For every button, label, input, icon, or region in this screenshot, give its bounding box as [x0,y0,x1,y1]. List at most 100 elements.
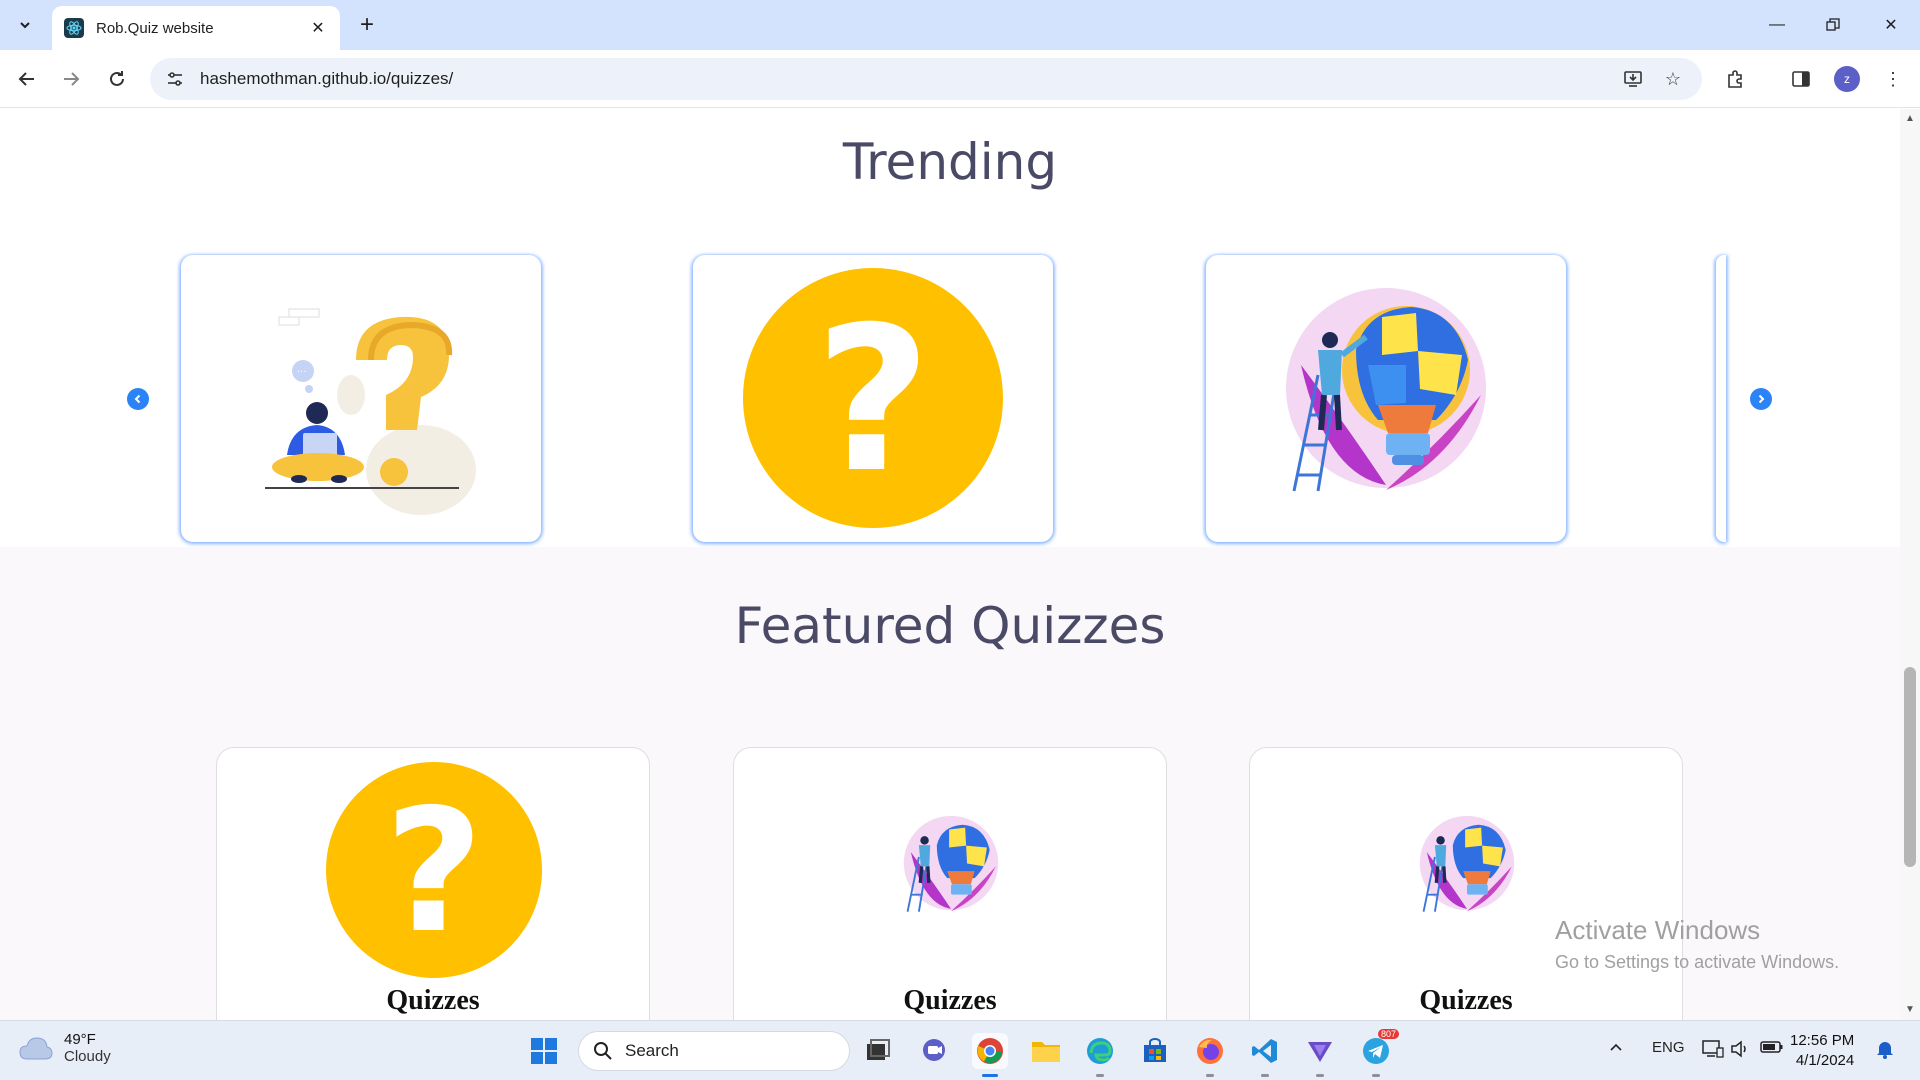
trending-card[interactable]: ··· [181,255,541,542]
scroll-down-arrow-icon[interactable]: ▼ [1904,1004,1916,1016]
volume-icon[interactable] [1730,1039,1750,1063]
windows-taskbar: 49°F Cloudy Search 807 ENG 12:56 PM 4/1/… [0,1020,1920,1080]
watermark-title: Activate Windows [1555,915,1761,945]
chat-bubble-icon [923,1039,945,1061]
tab-bar: Rob.Quiz website ✕ + — ✕ [0,0,1920,50]
telegram-unread-badge: 807 [1378,1029,1400,1039]
app-running-indicator [982,1074,998,1077]
show-hidden-icons-chevron-icon[interactable] [1608,1039,1624,1059]
new-tab-button[interactable]: + [352,10,382,40]
lightbulb-puzzle-icon [1286,288,1486,492]
telegram-app[interactable]: 807 [1358,1029,1400,1077]
chevron-left-icon [134,394,141,404]
clock-date: 4/1/2024 [1795,1052,1855,1069]
browser-tab-active[interactable]: Rob.Quiz website ✕ [52,6,340,50]
windows-logo-icon [531,1038,557,1064]
app-running-indicator [1261,1074,1269,1077]
profile-avatar[interactable]: z [1834,66,1860,92]
vpn-app[interactable] [1302,1033,1338,1077]
task-view-button[interactable] [860,1033,896,1069]
side-panel-icon[interactable] [1784,62,1818,96]
task-view-icon [867,1039,890,1060]
close-window-button[interactable]: ✕ [1868,10,1914,40]
tab-search-button[interactable] [10,10,40,40]
start-button[interactable] [526,1033,562,1069]
telegram-icon [1363,1038,1389,1064]
chrome-icon [977,1038,1003,1064]
featured-heading: Featured Quizzes [734,597,1166,655]
close-tab-icon[interactable]: ✕ [308,18,328,38]
more-menu-icon[interactable]: ⋮ [1876,62,1910,96]
trending-card-partial[interactable] [1716,255,1726,542]
activate-windows-watermark: Activate Windows Go to Settings to activ… [1555,915,1839,973]
notification-bell-icon[interactable] [1876,1039,1894,1063]
file-explorer-app[interactable] [1028,1033,1064,1069]
store-app[interactable] [1137,1033,1173,1069]
chevron-down-icon [20,22,30,29]
featured-quiz-card[interactable]: Quizzes [733,747,1167,1020]
weather-widget[interactable]: 49°F Cloudy [18,1031,111,1065]
watermark-subtitle: Go to Settings to activate Windows. [1555,952,1840,972]
featured-quiz-card[interactable]: ? Quizzes [216,747,650,1020]
install-app-icon[interactable] [1618,64,1648,94]
scrollbar-thumb[interactable] [1904,667,1916,867]
app-running-indicator [1372,1074,1380,1077]
triangle-v-icon [1308,1042,1332,1062]
network-icon[interactable] [1702,1039,1724,1063]
forward-button[interactable] [54,62,88,96]
bookmark-star-icon[interactable]: ☆ [1658,64,1688,94]
restore-icon [1826,18,1840,31]
arrow-left-icon [18,72,34,86]
featured-card-label: Quizzes [903,985,997,1016]
svg-text:?: ? [815,284,931,517]
taskbar-search-placeholder: Search [625,1041,679,1060]
edge-icon [1087,1038,1113,1064]
firefox-app[interactable] [1192,1033,1228,1077]
edge-app[interactable] [1082,1033,1118,1077]
browser-toolbar: hashemothman.github.io/quizzes/ ☆ z ⋮ [0,50,1920,108]
battery-icon[interactable] [1760,1039,1784,1059]
extensions-icon[interactable] [1718,62,1752,96]
search-icon [594,1042,612,1060]
question-mark-circle-icon: ? [326,762,542,978]
reload-button[interactable] [100,62,134,96]
system-clock[interactable]: 12:56 PM 4/1/2024 [1790,1031,1854,1071]
trending-card[interactable] [1206,255,1566,542]
minimize-button[interactable]: — [1754,10,1800,40]
svg-text:···: ··· [297,367,307,378]
chevron-right-icon [1758,394,1765,404]
folder-icon [1032,1042,1060,1062]
url-text[interactable]: hashemothman.github.io/quizzes/ [200,69,1608,89]
app-running-indicator [1206,1074,1214,1077]
lightbulb-puzzle-icon [903,815,999,912]
person-thinking-question-mark-icon: ··· [265,308,476,515]
clock-time: 12:56 PM [1790,1032,1855,1049]
vscode-app[interactable] [1247,1033,1283,1077]
restore-button[interactable] [1810,10,1856,40]
taskbar-search[interactable]: Search [578,1031,850,1071]
app-running-indicator [1096,1074,1104,1077]
site-info-icon[interactable] [164,68,186,90]
featured-card-label: Quizzes [386,985,480,1016]
address-bar[interactable]: hashemothman.github.io/quizzes/ ☆ [150,58,1702,100]
page-viewport: Trending ··· ? Featured Quizzes ? Quizze… [0,109,1900,1020]
page-scrollbar[interactable]: ▲ ▼ [1900,109,1920,1020]
chrome-app[interactable] [972,1033,1008,1077]
weather-desc: Cloudy [64,1048,111,1065]
back-button[interactable] [10,62,44,96]
teams-chat-app[interactable] [916,1033,952,1069]
app-running-indicator [1316,1074,1324,1077]
store-icon [1144,1038,1166,1062]
react-logo-icon [64,18,84,38]
carousel-prev-button[interactable] [127,388,149,410]
trending-card[interactable]: ? [693,255,1053,542]
carousel-next-button[interactable] [1750,388,1772,410]
firefox-icon [1197,1038,1223,1064]
question-mark-circle-icon: ? [743,268,1003,528]
reload-icon [110,71,124,86]
scroll-up-arrow-icon[interactable]: ▲ [1904,113,1916,125]
featured-quiz-card[interactable]: Quizzes [1249,747,1683,1020]
trending-section: Trending ··· ? [0,109,1900,547]
language-indicator[interactable]: ENG [1652,1039,1685,1056]
cloud-icon [19,1037,53,1060]
